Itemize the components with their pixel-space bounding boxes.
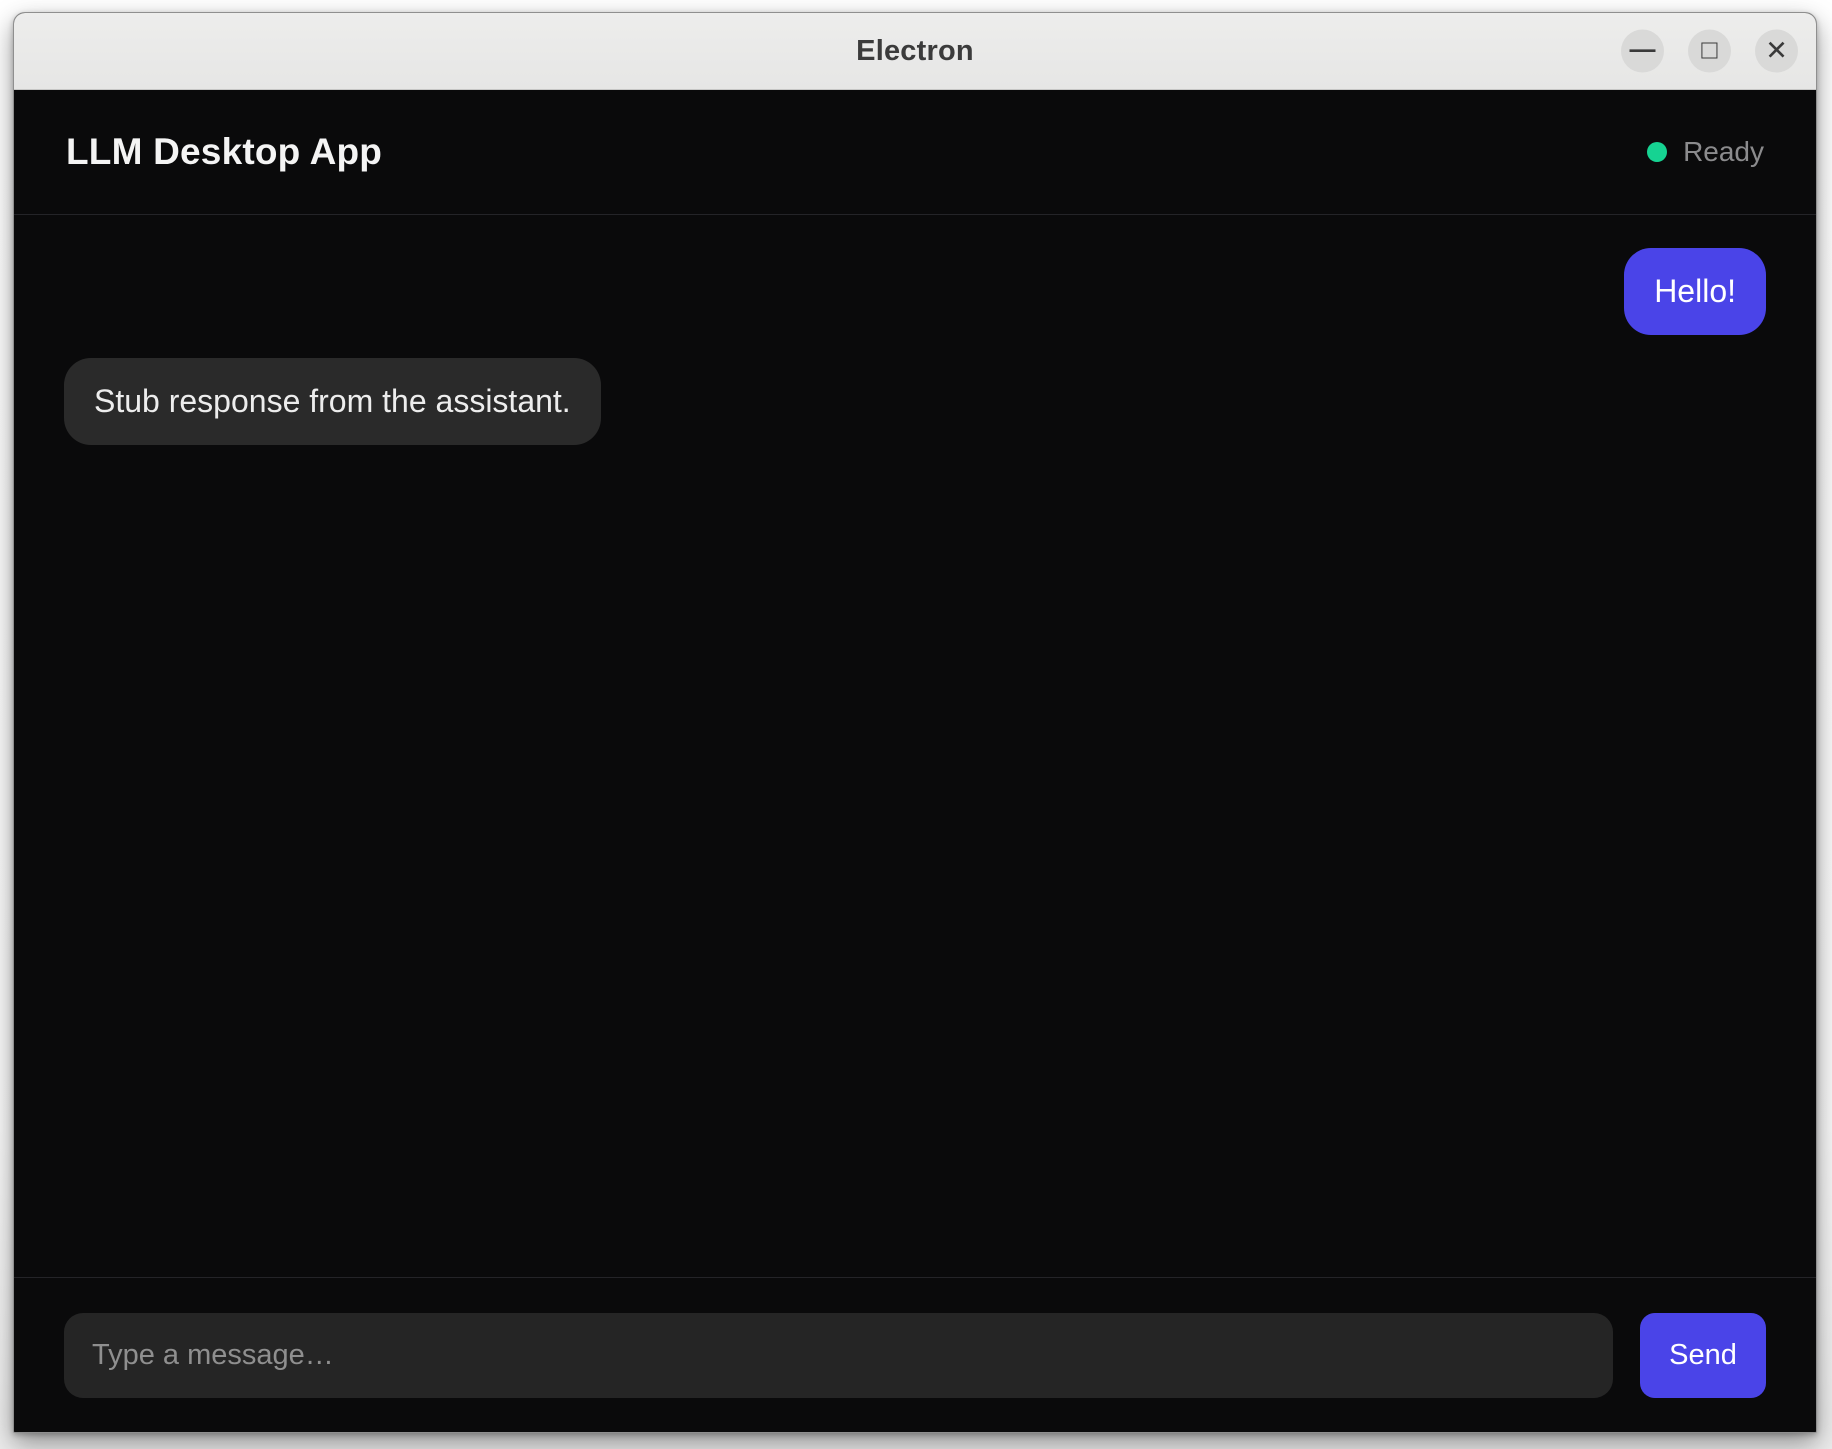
minimize-button[interactable]: —: [1621, 30, 1664, 73]
chat-message-list: Hello! Stub response from the assistant.: [14, 215, 1816, 1277]
close-button[interactable]: ✕: [1755, 30, 1798, 73]
app-header: LLM Desktop App Ready: [14, 90, 1816, 215]
page-title: LLM Desktop App: [66, 131, 382, 173]
status-indicator: Ready: [1647, 136, 1764, 168]
window-controls: — □ ✕: [1621, 30, 1798, 73]
minimize-icon: —: [1630, 35, 1656, 61]
composer: Send: [14, 1277, 1816, 1432]
user-message-bubble: Hello!: [1624, 248, 1766, 335]
close-icon: ✕: [1765, 38, 1788, 65]
status-dot-icon: [1647, 142, 1667, 162]
assistant-message-bubble: Stub response from the assistant.: [64, 358, 601, 445]
send-button[interactable]: Send: [1640, 1313, 1766, 1398]
message-input[interactable]: [64, 1313, 1613, 1398]
maximize-button[interactable]: □: [1688, 30, 1731, 73]
maximize-icon: □: [1701, 37, 1717, 64]
status-label: Ready: [1683, 136, 1764, 168]
app-window: Electron — □ ✕ LLM Desktop App Ready Hel…: [13, 12, 1817, 1433]
window-title: Electron: [856, 35, 974, 68]
titlebar[interactable]: Electron — □ ✕: [14, 13, 1816, 90]
